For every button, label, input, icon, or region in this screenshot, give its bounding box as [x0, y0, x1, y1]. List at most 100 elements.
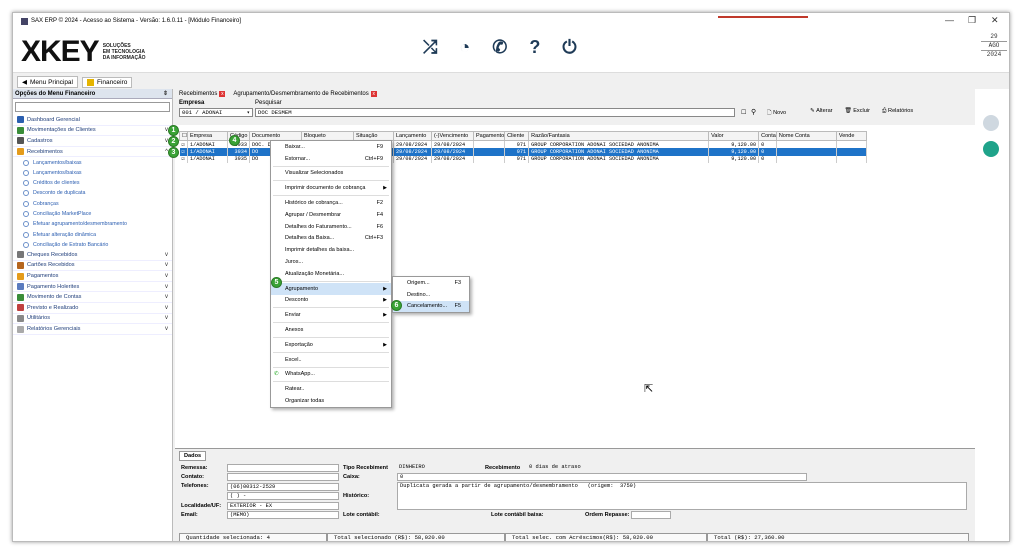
- tab-agrupamento[interactable]: Agrupamento/Desmembramento de Recebiment…: [233, 91, 377, 97]
- alterar-button[interactable]: ✎ Alterar: [810, 108, 832, 118]
- menu-item-label: Baixar...: [285, 143, 305, 150]
- sidebar-subitem[interactable]: Efetuar agrupamento/desmembramento: [13, 219, 172, 229]
- menu-item[interactable]: Enviar ▶: [271, 309, 391, 321]
- excluir-button[interactable]: 🗑 Excluir: [845, 108, 870, 118]
- sidebar-subitem[interactable]: Efetuar alteração dinâmica: [13, 229, 172, 239]
- novo-button[interactable]: 🗋 Novo: [767, 108, 786, 118]
- sidebar-group[interactable]: Pagamento Holerites v: [13, 282, 172, 293]
- table-cell: 3935: [227, 155, 250, 164]
- menu-item[interactable]: Histórico de cobrança... F2: [271, 197, 391, 209]
- sidebar-group[interactable]: Previsto e Realizado v: [13, 303, 172, 314]
- menu-item[interactable]: Estornar... Ctrl+F9: [271, 153, 391, 165]
- column-header[interactable]: Nome Conta: [775, 131, 837, 141]
- localidade-field[interactable]: EXTERIOR - EX: [227, 502, 339, 510]
- sidebar-search-input[interactable]: ⚲: [15, 102, 181, 112]
- sidebar-item[interactable]: Movimentações de Clientes v: [13, 126, 172, 137]
- menu-item[interactable]: Agrupar / Desmembrar F4: [271, 209, 391, 221]
- menu-item[interactable]: Excel..: [271, 354, 391, 366]
- contato-label: Contato:: [181, 474, 204, 480]
- row-checkbox[interactable]: ☑: [179, 140, 188, 149]
- tab-recebimentos[interactable]: Recebimentos x: [179, 91, 226, 97]
- column-header[interactable]: Empresa: [187, 131, 228, 141]
- column-header[interactable]: Lançamento: [393, 131, 432, 141]
- menu-principal-tab[interactable]: ◀ Menu Principal: [17, 76, 78, 88]
- phone-2-field[interactable]: ( ) -: [227, 492, 339, 500]
- menu-item[interactable]: Imprimir documento de cobrança ▶: [271, 182, 391, 194]
- checkbox[interactable]: ☐: [741, 109, 746, 116]
- magnifier-icon[interactable]: ⚲: [751, 108, 756, 116]
- sidebar-group[interactable]: Utilitários v: [13, 314, 172, 325]
- power-icon[interactable]: ⏻: [562, 37, 576, 58]
- menu-item[interactable]: Detalhes da Baixa... Ctrl+F3: [271, 233, 391, 245]
- minimize-icon[interactable]: —: [945, 15, 954, 25]
- column-header[interactable]: Conta: [758, 131, 777, 141]
- close-tab-icon[interactable]: x: [219, 91, 226, 97]
- menu-item[interactable]: Baixar... F9: [271, 141, 391, 153]
- app-header: XKEY SOLUÇÕES EM TECNOLOGIA DA INFORMAÇÃ…: [13, 29, 1009, 73]
- caixa-field[interactable]: 0: [397, 473, 807, 481]
- menu-item[interactable]: Organizar todas: [271, 395, 391, 407]
- sidebar-subitem[interactable]: Lançamentos/baixas: [13, 168, 172, 178]
- email-field[interactable]: (MEMO): [227, 511, 339, 519]
- chat-icon[interactable]: ◔: [459, 37, 470, 58]
- select-all-checkbox[interactable]: ☐: [179, 131, 188, 141]
- menu-item[interactable]: Imprimir detalhes da baixa...: [271, 244, 391, 256]
- row-checkbox[interactable]: ☑: [179, 148, 188, 156]
- menu-item[interactable]: Ratear..: [271, 383, 391, 395]
- column-header[interactable]: Razão/Fantasia: [528, 131, 710, 141]
- menu-item[interactable]: Origem... F3: [393, 277, 469, 289]
- menu-item[interactable]: Atualização Monetária...: [271, 268, 391, 280]
- pin-icon[interactable]: ⇕: [163, 90, 168, 97]
- menu-item[interactable]: Detalhes do Faturamento... F6: [271, 221, 391, 233]
- menu-item[interactable]: Visualizar Selecionados: [271, 168, 391, 180]
- column-header[interactable]: (-)Vencimento: [431, 131, 474, 141]
- financeiro-tab[interactable]: Financeiro: [82, 76, 133, 88]
- sidebar-item[interactable]: Dashboard Gerencial: [13, 115, 172, 126]
- sidebar-subitem[interactable]: Créditos de clientes: [13, 178, 172, 188]
- search-input[interactable]: DOC DESMEM: [255, 108, 735, 117]
- shuffle-icon[interactable]: ⤮: [423, 37, 437, 58]
- menu-item[interactable]: Exportação ▶: [271, 339, 391, 351]
- column-header[interactable]: Cliente: [504, 131, 530, 141]
- contato-field[interactable]: [227, 473, 339, 481]
- sidebar-subitem[interactable]: Lançamentos/baixas: [13, 157, 172, 167]
- sidebar-group[interactable]: Cartões Recebidos v: [13, 261, 172, 272]
- sidebar-item[interactable]: Cadastros v: [13, 136, 172, 147]
- relatorios-button[interactable]: ⎙ Relatórios: [882, 108, 913, 118]
- sidebar-subitem[interactable]: Conciliação MarketPlace: [13, 209, 172, 219]
- sidebar-group[interactable]: Pagamentos v: [13, 271, 172, 282]
- close-icon[interactable]: ✕: [991, 15, 999, 26]
- sidebar-item[interactable]: Recebimentos ^: [13, 147, 172, 158]
- tab-dados[interactable]: Dados: [179, 451, 207, 461]
- sidebar-group[interactable]: Relatórios Gerenciais v: [13, 324, 172, 335]
- close-tab-icon[interactable]: x: [370, 91, 377, 97]
- column-header[interactable]: Valor: [708, 131, 760, 141]
- menu-item[interactable]: ✆ WhatsApp...: [271, 369, 391, 381]
- help-icon[interactable]: ?: [529, 37, 540, 58]
- sidebar-group-label: Relatórios Gerenciais: [27, 326, 81, 332]
- sidebar-subitem[interactable]: Cobranças: [13, 199, 172, 209]
- remessa-field[interactable]: [227, 464, 339, 472]
- menu-separator: [273, 351, 389, 353]
- column-header[interactable]: Vende: [835, 131, 867, 141]
- users-icon[interactable]: [983, 115, 999, 131]
- ordem-repasse-field[interactable]: [631, 511, 671, 519]
- phone-1-field[interactable]: (06)00312-2529: [227, 483, 339, 491]
- sidebar-subitem[interactable]: Desconto de duplicata: [13, 188, 172, 198]
- menu-item[interactable]: Anexos: [271, 324, 391, 336]
- historico-field[interactable]: Duplicata gerada a partir de agrupamento…: [397, 482, 967, 510]
- whatsapp-icon[interactable]: ✆: [492, 37, 507, 58]
- sidebar-group[interactable]: Cheques Recebidos v: [13, 250, 172, 261]
- empresa-select[interactable]: 001 / ADONAI ▾: [179, 108, 253, 117]
- menu-item[interactable]: Cancelamento... F5: [393, 300, 469, 313]
- row-checkbox[interactable]: ☑: [179, 155, 188, 164]
- menu-item[interactable]: Destino...: [393, 289, 469, 301]
- menu-item[interactable]: Juros...: [271, 256, 391, 268]
- maximize-icon[interactable]: ❐: [968, 15, 976, 26]
- calendar-icon[interactable]: [983, 141, 999, 157]
- column-header[interactable]: Pagamento: [472, 131, 506, 141]
- sidebar-subitem[interactable]: Conciliação de Extrato Bancário: [13, 240, 172, 250]
- sidebar-group[interactable]: Movimento de Contas v: [13, 292, 172, 304]
- menu-item[interactable]: Agrupamento ▶: [271, 282, 391, 295]
- menu-item[interactable]: Desconto ▶: [271, 295, 391, 307]
